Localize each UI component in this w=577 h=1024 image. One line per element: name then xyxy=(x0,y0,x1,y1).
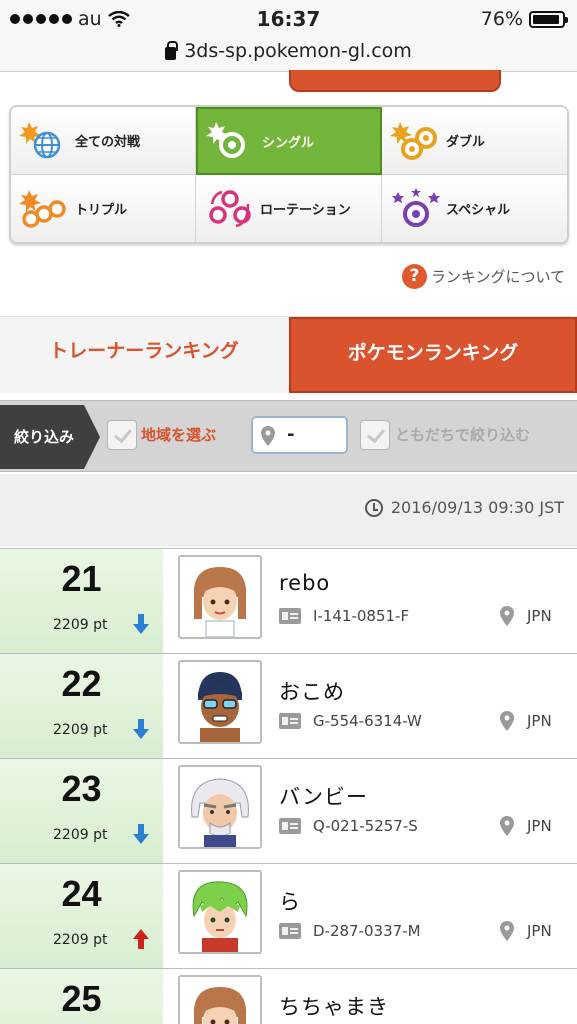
ranking-tabs: トレーナーランキング ポケモンランキング xyxy=(0,316,577,393)
rank-number: 22 xyxy=(61,663,102,704)
rating-points: 2209 pt xyxy=(53,722,108,738)
battle-type-special[interactable]: スペシャル xyxy=(382,175,567,242)
rank-number: 25 xyxy=(61,978,102,1019)
battle-type-rotation[interactable]: ローテーション xyxy=(196,175,382,242)
battle-type-label: 全ての対戦 xyxy=(75,135,141,150)
trainer-country: JPN xyxy=(527,607,552,625)
rank-cell: 23 2209 pt xyxy=(0,759,163,863)
rank-number: 23 xyxy=(61,768,102,809)
friends-checkbox[interactable] xyxy=(360,420,390,450)
rank-cell: 22 2209 pt xyxy=(0,654,163,758)
rank-down-arrow-icon xyxy=(133,824,149,844)
url-text[interactable]: 3ds-sp.pokemon-gl.com xyxy=(184,40,412,62)
location-pin-icon xyxy=(500,816,514,840)
double-ball-icon xyxy=(386,116,446,166)
rotation-ball-icon xyxy=(200,184,260,234)
ranking-help-link[interactable]: ? ランキングについて xyxy=(401,264,565,289)
battery-status: 76% xyxy=(480,8,568,30)
trainer-name: おこめ xyxy=(279,680,345,704)
trainer-card-icon xyxy=(279,818,301,834)
location-pin-icon xyxy=(500,711,514,735)
tab-pokemon-ranking[interactable]: ポケモンランキング xyxy=(289,317,577,393)
help-label: ランキングについて xyxy=(430,268,565,286)
region-value: - xyxy=(287,424,295,445)
trainer-name: rebo xyxy=(279,571,331,595)
update-clock-icon xyxy=(364,498,383,517)
location-pin-icon xyxy=(500,921,514,945)
ranking-row[interactable]: 24 2209 pt ら D-287-0337-M JPN xyxy=(0,863,577,968)
ranking-row[interactable]: 23 2209 pt バンビー Q-021-5257-S JPN xyxy=(0,758,577,863)
battle-type-all[interactable]: 全ての対戦 xyxy=(11,107,196,175)
trainer-country: JPN xyxy=(527,817,552,835)
rank-cell: 24 2209 pt xyxy=(0,864,163,968)
special-ball-icon xyxy=(386,184,446,234)
battle-type-single[interactable]: シングル xyxy=(196,107,382,175)
region-select[interactable]: - xyxy=(251,416,348,454)
trainer-id: I-141-0851-F xyxy=(313,607,410,625)
ranking-row[interactable]: 21 2209 pt rebo I-141-0851-F JPN xyxy=(0,548,577,653)
ranking-row[interactable]: 22 2209 pt おこめ G-554-6314-W JPN xyxy=(0,653,577,758)
friends-filter-label[interactable]: ともだちで絞り込む xyxy=(395,424,530,445)
battle-type-label: ローテーション xyxy=(260,203,351,218)
update-timestamp: 2016/09/13 09:30 JST xyxy=(390,498,564,517)
lock-icon xyxy=(165,40,179,60)
rating-points: 2209 pt xyxy=(53,932,108,948)
rating-points: 2209 pt xyxy=(53,827,108,843)
trainer-avatar xyxy=(178,660,262,744)
trainer-avatar xyxy=(178,765,262,849)
trainer-country: JPN xyxy=(527,712,552,730)
trainer-avatar xyxy=(178,975,262,1024)
rank-cell: 21 2209 pt xyxy=(0,549,163,653)
rank-cell: 25 xyxy=(0,969,163,1024)
trainer-name: ちちゃまき xyxy=(279,995,389,1019)
battle-type-label: ダブル xyxy=(446,135,486,150)
question-icon: ? xyxy=(401,264,427,289)
trainer-name: ら xyxy=(279,890,301,914)
trainer-card-icon xyxy=(279,923,301,939)
battle-type-selector: 全ての対戦 シングル ダブル トリプル ローテーション スペシャル xyxy=(9,105,569,244)
trainer-id: G-554-6314-W xyxy=(313,712,422,730)
address-bar[interactable]: 3ds-sp.pokemon-gl.com xyxy=(0,38,577,72)
trainer-avatar xyxy=(178,555,262,639)
region-label[interactable]: 地域を選ぶ xyxy=(141,424,216,445)
rank-down-arrow-icon xyxy=(133,614,149,634)
trainer-avatar xyxy=(178,870,262,954)
region-checkbox[interactable] xyxy=(107,420,137,450)
location-pin-icon xyxy=(261,426,275,450)
trainer-id: D-287-0337-M xyxy=(313,922,421,940)
battle-type-label: スペシャル xyxy=(446,203,511,218)
rank-down-arrow-icon xyxy=(133,719,149,739)
battle-type-triple[interactable]: トリプル xyxy=(11,175,196,242)
trainer-country: JPN xyxy=(527,922,552,940)
trainer-card-icon xyxy=(279,713,301,729)
update-info: 2016/09/13 09:30 JST xyxy=(0,474,577,547)
battery-icon xyxy=(529,10,568,28)
status-bar: au 16:37 76% xyxy=(0,0,577,38)
tab-trainer-ranking[interactable]: トレーナーランキング xyxy=(0,317,288,393)
location-pin-icon xyxy=(500,606,514,630)
trainer-name: バンビー xyxy=(279,785,369,809)
trainer-card-icon xyxy=(279,608,301,624)
ranking-row[interactable]: 25 ちちゃまき xyxy=(0,968,577,1024)
battery-percent: 76% xyxy=(480,8,523,30)
rank-number: 21 xyxy=(61,558,102,599)
single-ball-icon xyxy=(202,116,262,166)
trainer-id: Q-021-5257-S xyxy=(313,817,418,835)
battle-type-label: トリプル xyxy=(75,203,128,218)
filter-label: 絞り込み xyxy=(0,405,100,469)
header-button-bottom[interactable] xyxy=(289,70,501,92)
battle-type-label: シングル xyxy=(262,135,315,151)
rating-points: 2209 pt xyxy=(53,617,108,633)
triple-ball-icon xyxy=(15,184,75,234)
rank-number: 24 xyxy=(61,873,102,914)
globe-icon xyxy=(15,116,75,166)
battle-type-double[interactable]: ダブル xyxy=(382,107,567,175)
rank-up-arrow-icon xyxy=(133,929,149,949)
